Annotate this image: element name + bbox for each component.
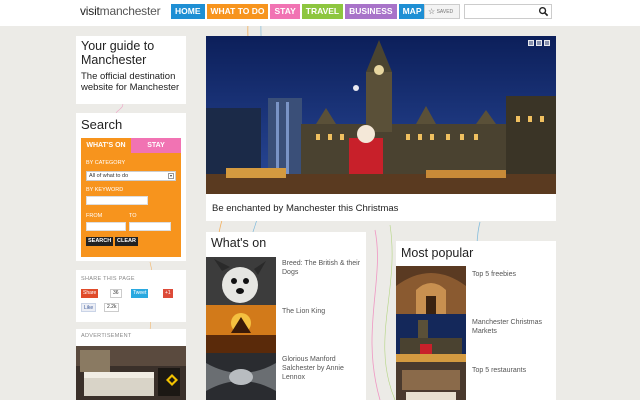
nav-what-to-do[interactable]: WHAT TO DO: [206, 4, 269, 19]
list-item[interactable]: Breed: The British & their Dogs: [206, 257, 366, 305]
category-select[interactable]: All of what to do ▾: [86, 171, 176, 181]
search-icon[interactable]: [538, 6, 549, 17]
star-icon: ☆: [428, 7, 436, 16]
from-date-input[interactable]: [86, 222, 126, 231]
article-thumbnail: [396, 266, 466, 314]
nav-map[interactable]: MAP: [398, 4, 426, 19]
saved-label: SAVED: [436, 8, 454, 15]
chevron-down-icon: ▾: [168, 173, 174, 179]
gplus-button[interactable]: +1: [163, 289, 173, 298]
nav-travel[interactable]: TRAVEL: [301, 4, 344, 19]
to-label: TO: [129, 213, 137, 219]
list-item[interactable]: Top 5 restaurants: [396, 362, 556, 400]
to-date-input[interactable]: [129, 222, 171, 231]
nav-business[interactable]: BUSINESS: [345, 4, 397, 19]
list-item[interactable]: Glorious Manford Salchester by Annie Len…: [206, 353, 366, 400]
hero-panel: Be enchanted by Manchester this Christma…: [206, 36, 556, 221]
site-search: [464, 4, 552, 22]
clear-button[interactable]: CLEAR: [115, 237, 138, 246]
slide-dot[interactable]: [544, 40, 550, 46]
site-logo[interactable]: visitmanchester: [80, 4, 161, 18]
guide-panel: Your guide to Manchester The official de…: [76, 36, 186, 104]
article-title[interactable]: Manchester Christmas Markets: [472, 318, 552, 336]
event-thumbnail: [206, 257, 276, 305]
list-item[interactable]: Top 5 freebies: [396, 266, 556, 314]
tweet-button[interactable]: Tweet: [131, 289, 149, 298]
hero-image[interactable]: [206, 36, 556, 194]
like-button[interactable]: Like: [81, 303, 97, 312]
tab-whats-on[interactable]: WHAT'S ON: [81, 138, 131, 153]
whats-on-panel: What's on Breed: The British & their Dog…: [206, 232, 366, 400]
search-submit-button[interactable]: SEARCH: [86, 237, 114, 246]
site-search-input[interactable]: [465, 9, 535, 22]
ad-image[interactable]: [76, 346, 186, 400]
most-popular-title: Most popular: [401, 246, 474, 260]
search-form: BY CATEGORY All of what to do ▾ BY KEYWO…: [81, 153, 181, 257]
article-thumbnail: [396, 314, 466, 362]
slider-pagination: [528, 40, 550, 46]
article-thumbnail: [396, 362, 466, 400]
main-nav: HOME WHAT TO DO STAY TRAVEL BUSINESS MAP: [171, 4, 426, 19]
by-category-label: BY CATEGORY: [86, 160, 126, 166]
list-item[interactable]: Manchester Christmas Markets: [396, 314, 556, 362]
from-label: FROM: [86, 213, 103, 219]
like-count: 2.2k: [104, 303, 120, 312]
guide-subtitle: The official destination website for Man…: [81, 71, 180, 93]
share-count: 36: [110, 289, 122, 298]
event-title[interactable]: Breed: The British & their Dogs: [282, 259, 362, 277]
event-title[interactable]: The Lion King: [282, 307, 362, 316]
ad-panel: ADVERTISEMENT: [76, 329, 186, 400]
search-title: Search: [81, 117, 123, 132]
event-thumbnail: [206, 305, 276, 353]
tab-stay[interactable]: STAY: [131, 138, 181, 153]
article-title[interactable]: Top 5 freebies: [472, 270, 552, 279]
article-title[interactable]: Top 5 restaurants: [472, 366, 552, 375]
keyword-input[interactable]: [86, 196, 148, 205]
site-header: visitmanchester HOME WHAT TO DO STAY TRAVEL…: [0, 0, 640, 26]
saved-button[interactable]: ☆ SAVED: [424, 4, 460, 19]
nav-home[interactable]: HOME: [171, 4, 205, 19]
ad-label: ADVERTISEMENT: [81, 333, 132, 339]
whats-on-title: What's on: [211, 236, 267, 250]
event-title[interactable]: Glorious Manford Salchester by Annie Len…: [282, 355, 362, 382]
hero-caption[interactable]: Be enchanted by Manchester this Christma…: [212, 203, 398, 214]
slide-dot[interactable]: [536, 40, 542, 46]
nav-stay[interactable]: STAY: [270, 4, 300, 19]
event-thumbnail: [206, 353, 276, 400]
share-label: SHARE THIS PAGE: [81, 276, 135, 282]
most-popular-panel: Most popular Top 5 freebies Manchester C…: [396, 241, 556, 400]
slide-dot[interactable]: [528, 40, 534, 46]
by-keyword-label: BY KEYWORD: [86, 187, 124, 193]
share-button[interactable]: Share: [81, 289, 99, 298]
guide-title: Your guide to Manchester: [81, 39, 155, 67]
list-item[interactable]: The Lion King: [206, 305, 366, 353]
